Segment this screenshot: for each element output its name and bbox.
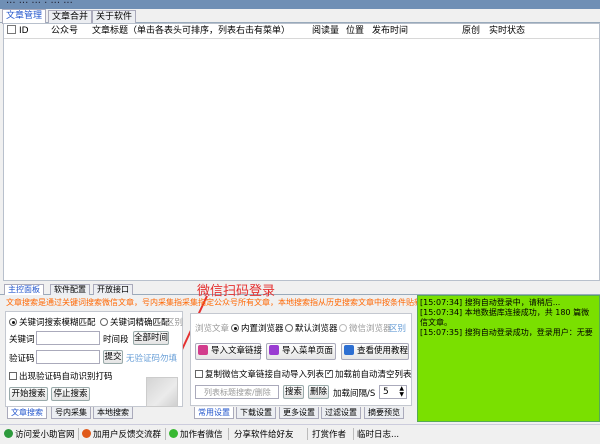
browser-panel: 浏览文章 内置浏览器 默认浏览器 微信浏览器 区别 导入文章链接 导入菜单页面 …: [190, 313, 412, 406]
import-links-button[interactable]: 导入文章链接: [195, 343, 262, 360]
keyword-input[interactable]: [36, 331, 100, 345]
window-title: ... ... ... . ... ...: [6, 0, 73, 6]
captcha-input[interactable]: [36, 350, 100, 364]
load-interval-label: 加载间隔/S: [333, 389, 376, 399]
tab-article-manage[interactable]: 文章管理: [2, 9, 47, 24]
title-bar: ... ... ... . ... ...: [0, 0, 600, 9]
spinner-arrows-icon[interactable]: ▲ ▼: [399, 386, 404, 398]
tab-article-search[interactable]: 文章搜索: [7, 407, 47, 419]
temp-log-link[interactable]: 临时日志...: [357, 428, 399, 440]
mode-diff-link[interactable]: 区别: [166, 316, 183, 328]
tutorial-button[interactable]: 查看使用教程: [341, 343, 409, 360]
col-reads[interactable]: 阅读量: [312, 24, 339, 39]
stop-search-button[interactable]: 停止搜索: [51, 387, 90, 401]
list-title-search-input[interactable]: 列表标题搜索/删除: [195, 385, 279, 399]
tab-article-merge[interactable]: 文章合并: [48, 10, 93, 23]
browse-label: 浏览文章: [195, 324, 230, 334]
builtin-browser-radio[interactable]: 内置浏览器: [231, 322, 284, 334]
list-delete-button[interactable]: 删除: [308, 385, 329, 399]
tab-open-api[interactable]: 开放接口: [93, 284, 133, 295]
tab-download-settings[interactable]: 下载设置: [236, 407, 276, 419]
tab-control-panel[interactable]: 主控面板: [4, 284, 44, 295]
col-status[interactable]: 实时状态: [489, 24, 525, 39]
article-table[interactable]: ID 公众号 文章标题（单击各表头可排序，列表右击有菜单） 阅读量 位置 发布时…: [3, 23, 600, 281]
bottom-tab-bar: 主控面板 软件配置 开放接口: [0, 283, 600, 295]
captcha-label: 验证码: [9, 354, 35, 364]
wechat-icon: [169, 429, 178, 438]
tip-author-link[interactable]: 打赏作者: [312, 428, 346, 440]
website-icon: [4, 429, 13, 438]
keyword-label: 关键词: [9, 335, 35, 345]
default-browser-radio[interactable]: 默认浏览器: [285, 322, 338, 334]
tab-common-settings[interactable]: 常用设置: [194, 407, 234, 419]
copy-auto-import-checkbox[interactable]: 复制微信文章链接自动导入列表: [195, 368, 324, 380]
status-bar: 访问爱小助官网 加用户反馈交流群 加作者微信 分享软件给好友 打赏作者 临时日志…: [0, 424, 600, 444]
col-original[interactable]: 原创: [462, 24, 480, 39]
tutorial-icon: [344, 345, 354, 355]
add-author-wechat-link[interactable]: 加作者微信: [169, 428, 223, 440]
tab-filter-settings[interactable]: 过滤设置: [321, 407, 361, 419]
tab-local-search[interactable]: 本地搜索: [93, 407, 133, 419]
tab-account-collect[interactable]: 号内采集: [51, 407, 91, 419]
main-tab-bar: 文章管理 文章合并 关于软件: [0, 9, 600, 24]
col-id[interactable]: ID: [19, 24, 29, 39]
browser-diff-link[interactable]: 区别: [389, 322, 406, 334]
col-title[interactable]: 文章标题（单击各表头可排序，列表右击有菜单）: [92, 24, 290, 39]
import-menu-button[interactable]: 导入菜单页面: [266, 343, 336, 360]
qr-code-thumbnail[interactable]: [146, 377, 178, 407]
clear-before-load-checkbox[interactable]: 加载前自动清空列表: [325, 368, 412, 380]
import-links-icon: [198, 345, 208, 355]
all-time-button[interactable]: 全部时间: [133, 331, 169, 345]
select-all-checkbox[interactable]: [7, 24, 16, 39]
start-search-button[interactable]: 开始搜索: [9, 387, 48, 401]
log-panel[interactable]: [15:07:34] 搜狗自动登录中，请稍后... [15:07:34] 本地数…: [417, 295, 600, 422]
mode-exact-radio[interactable]: 关键词精确匹配: [100, 316, 170, 328]
group-icon: [82, 429, 91, 438]
auto-captcha-checkbox[interactable]: 出现验证码自动识别打码: [9, 370, 113, 382]
captcha-hint: 无验证码勿填: [126, 354, 178, 364]
load-interval-spinner[interactable]: 5 ▲ ▼: [379, 385, 407, 399]
import-menu-icon: [269, 345, 279, 355]
col-publish-time[interactable]: 发布时间: [372, 24, 408, 39]
table-header: ID 公众号 文章标题（单击各表头可排序，列表右击有菜单） 阅读量 位置 发布时…: [4, 24, 599, 39]
wechat-browser-radio[interactable]: 微信浏览器: [339, 322, 392, 334]
col-position[interactable]: 位置: [346, 24, 364, 39]
log-line: [15:07:34] 本地数据库连接成功，共 180 篇微信文章。: [420, 308, 590, 327]
tab-software-config[interactable]: 软件配置: [50, 284, 90, 295]
visit-website-link[interactable]: 访问爱小助官网: [4, 428, 75, 440]
join-feedback-group-link[interactable]: 加用户反馈交流群: [82, 428, 161, 440]
usage-notice: 文章搜索是通过关键词搜索微信文章，号内采集指采集指定公众号所有文章，本地搜索指从…: [6, 298, 422, 307]
col-account[interactable]: 公众号: [51, 24, 78, 39]
share-software-link[interactable]: 分享软件给好友: [234, 428, 294, 440]
tab-summary-preview[interactable]: 摘要预览: [364, 407, 404, 419]
list-search-button[interactable]: 搜索: [283, 385, 304, 399]
log-line: [15:07:34] 搜狗自动登录中，请稍后...: [420, 298, 561, 307]
log-line: [15:07:35] 搜狗自动登录成功，登录用户：无要: [420, 328, 593, 337]
mode-fuzzy-radio[interactable]: 关键词搜索模糊匹配: [9, 316, 96, 328]
tab-more-settings[interactable]: 更多设置: [279, 407, 319, 419]
captcha-submit-button[interactable]: 提交: [103, 350, 123, 364]
time-range-label: 时间段: [103, 335, 129, 345]
tab-about[interactable]: 关于软件: [92, 10, 137, 23]
